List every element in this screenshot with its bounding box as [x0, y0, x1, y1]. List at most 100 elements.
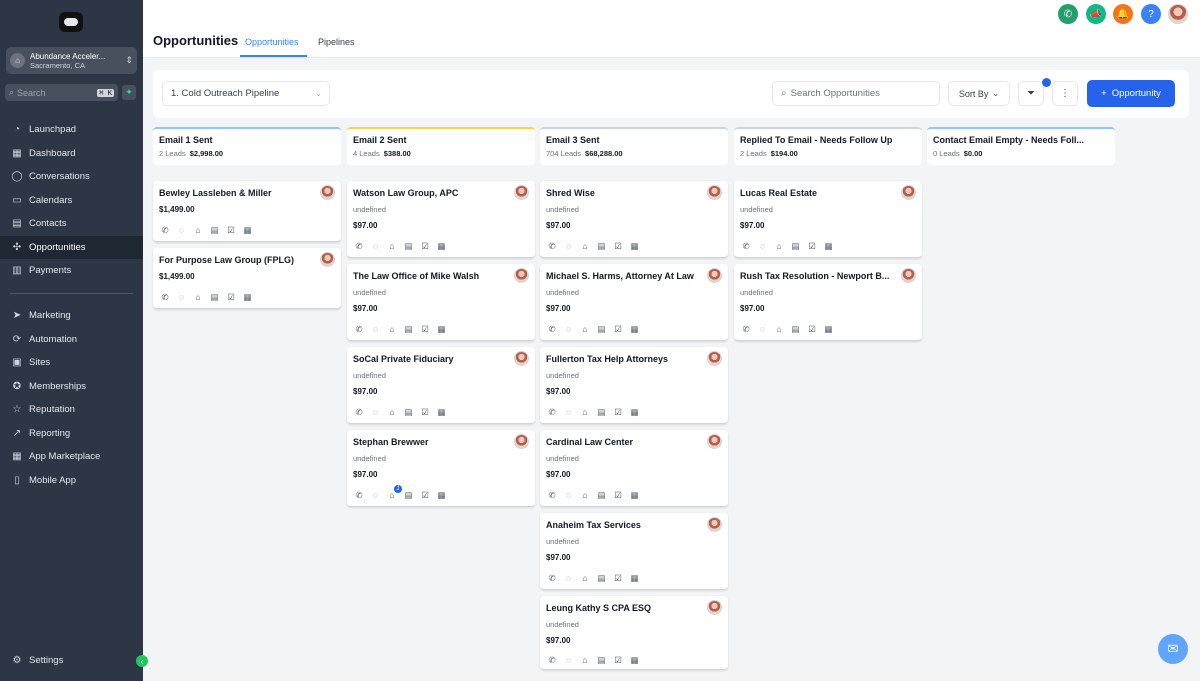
calendar-icon[interactable]: ▦ — [629, 240, 641, 252]
message-icon[interactable]: ◌ — [563, 489, 575, 501]
sidebar-item-opportunities[interactable]: ✣ Opportunities — [0, 236, 143, 259]
tag-icon[interactable]: ⌂ — [386, 406, 398, 418]
message-icon[interactable]: ◌ — [757, 240, 769, 252]
calendar-icon[interactable]: ▦ — [436, 240, 448, 252]
phone-icon[interactable]: ✆ — [353, 489, 365, 501]
assignee-avatar[interactable] — [514, 434, 529, 449]
tag-icon[interactable]: ⌂ — [192, 224, 204, 236]
bell-icon[interactable]: 🔔 — [1113, 4, 1133, 24]
task-icon[interactable]: ☑ — [225, 224, 237, 236]
sidebar-item-payments[interactable]: ▥ Payments — [0, 259, 143, 282]
megaphone-icon[interactable]: 📣 — [1086, 4, 1106, 24]
assignee-avatar[interactable] — [707, 517, 722, 532]
chat-widget-icon[interactable]: ✉ — [1158, 634, 1188, 664]
task-icon[interactable]: ☑ — [806, 323, 818, 335]
message-icon[interactable]: ◌ — [370, 406, 382, 418]
phone-icon[interactable]: ✆ — [546, 406, 558, 418]
calendar-icon[interactable]: ▦ — [436, 406, 448, 418]
phone-icon[interactable]: ✆ — [159, 291, 171, 303]
sidebar-item-marketing[interactable]: ➤ Marketing — [0, 304, 143, 327]
phone-icon[interactable]: ✆ — [546, 323, 558, 335]
message-icon[interactable]: ◌ — [563, 240, 575, 252]
phone-icon[interactable]: ✆ — [546, 654, 558, 666]
phone-icon[interactable]: ✆ — [353, 240, 365, 252]
tab-pipelines[interactable]: Pipelines — [318, 37, 355, 47]
task-icon[interactable]: ☑ — [419, 489, 431, 501]
opportunity-search-input[interactable]: ⌕ Search Opportunities — [772, 81, 940, 106]
task-icon[interactable]: ☑ — [419, 323, 431, 335]
document-icon[interactable]: ▤ — [403, 489, 415, 501]
assignee-avatar[interactable] — [707, 268, 722, 283]
opportunity-card[interactable]: Stephan Brewwer undefined $97.00 ✆ ◌ ⌂ 1 ▤ ☑ ▦ — [347, 430, 535, 507]
task-icon[interactable]: ☑ — [806, 240, 818, 252]
calendar-icon[interactable]: ▦ — [242, 224, 254, 236]
phone-icon[interactable]: ✆ — [546, 572, 558, 584]
assignee-avatar[interactable] — [320, 185, 335, 200]
message-icon[interactable]: ◌ — [370, 489, 382, 501]
phone-icon[interactable]: ✆ — [353, 406, 365, 418]
assignee-avatar[interactable] — [514, 185, 529, 200]
phone-icon[interactable]: ✆ — [159, 224, 171, 236]
sidebar-item-launchpad[interactable]: ◔ Launchpad — [0, 118, 143, 141]
message-icon[interactable]: ◌ — [563, 654, 575, 666]
assignee-avatar[interactable] — [707, 434, 722, 449]
calendar-icon[interactable]: ▦ — [823, 323, 835, 335]
task-icon[interactable]: ☑ — [612, 572, 624, 584]
phone-call-icon[interactable]: ✆ — [1058, 4, 1078, 24]
calendar-icon[interactable]: ▦ — [629, 654, 641, 666]
opportunity-card[interactable]: SoCal Private Fiduciary undefined $97.00… — [347, 347, 535, 424]
phone-icon[interactable]: ✆ — [353, 323, 365, 335]
account-switcher[interactable]: ⌂ Abundance Acceler... Sacramento, CA ⇕ — [6, 47, 137, 74]
assignee-avatar[interactable] — [901, 268, 916, 283]
sort-by-button[interactable]: Sort By ⌄ — [948, 81, 1010, 106]
tag-icon[interactable]: ⌂ — [579, 572, 591, 584]
column-header[interactable]: Email 1 Sent 2 Leads $2,998.00 — [153, 127, 341, 165]
filter-button[interactable]: ⏷ — [1018, 81, 1044, 106]
opportunity-card[interactable]: For Purpose Law Group (FPLG) $1,499.00 ✆… — [153, 248, 341, 309]
task-icon[interactable]: ☑ — [612, 323, 624, 335]
sidebar-item-reporting[interactable]: ↗ Reporting — [0, 422, 143, 445]
message-icon[interactable]: ◌ — [370, 240, 382, 252]
calendar-icon[interactable]: ▦ — [242, 291, 254, 303]
help-icon[interactable]: ? — [1141, 4, 1161, 24]
user-avatar[interactable] — [1168, 4, 1188, 24]
assignee-avatar[interactable] — [707, 185, 722, 200]
document-icon[interactable]: ▤ — [790, 240, 802, 252]
sidebar-item-reputation[interactable]: ☆ Reputation — [0, 398, 143, 421]
tag-icon[interactable]: ⌂ — [773, 240, 785, 252]
collapse-sidebar-icon[interactable]: ‹ — [136, 655, 148, 667]
document-icon[interactable]: ▤ — [596, 489, 608, 501]
opportunity-card[interactable]: Lucas Real Estate undefined $97.00 ✆ ◌ ⌂ ▤ ☑… — [734, 181, 922, 258]
phone-icon[interactable]: ✆ — [546, 240, 558, 252]
document-icon[interactable]: ▤ — [596, 406, 608, 418]
document-icon[interactable]: ▤ — [403, 323, 415, 335]
column-header[interactable]: Replied To Email - Needs Follow Up 2 Lea… — [734, 127, 922, 165]
message-icon[interactable]: ◌ — [176, 291, 188, 303]
sidebar-item-memberships[interactable]: ✪ Memberships — [0, 375, 143, 398]
tag-icon[interactable]: ⌂ — [579, 406, 591, 418]
assignee-avatar[interactable] — [901, 185, 916, 200]
task-icon[interactable]: ☑ — [612, 654, 624, 666]
calendar-icon[interactable]: ▦ — [823, 240, 835, 252]
opportunity-card[interactable]: Bewley Lassleben & Miller $1,499.00 ✆ ◌ ⌂ ▤… — [153, 181, 341, 242]
opportunity-card[interactable]: Shred Wise undefined $97.00 ✆ ◌ ⌂ ▤ ☑ ▦ — [540, 181, 728, 258]
pipeline-select[interactable]: 1. Cold Outreach Pipeline ⌄ — [162, 81, 330, 106]
calendar-icon[interactable]: ▦ — [629, 406, 641, 418]
tag-icon[interactable]: ⌂ — [579, 654, 591, 666]
calendar-icon[interactable]: ▦ — [629, 323, 641, 335]
opportunity-card[interactable]: Leung Kathy S CPA ESQ undefined $97.00 ✆… — [540, 596, 728, 670]
tag-icon[interactable]: ⌂ — [579, 489, 591, 501]
sidebar-item-mobile-app[interactable]: ▯ Mobile App — [0, 469, 143, 492]
sidebar-item-app-marketplace[interactable]: ▦ App Marketplace — [0, 445, 143, 468]
opportunity-card[interactable]: Michael S. Harms, Attorney At Law undefi… — [540, 264, 728, 341]
message-icon[interactable]: ◌ — [176, 224, 188, 236]
tag-icon[interactable]: ⌂ 1 — [386, 485, 402, 501]
phone-icon[interactable]: ✆ — [546, 489, 558, 501]
assignee-avatar[interactable] — [320, 252, 335, 267]
sidebar-item-settings[interactable]: ⚙ Settings — [0, 649, 143, 672]
opportunity-card[interactable]: The Law Office of Mike Walsh undefined $… — [347, 264, 535, 341]
message-icon[interactable]: ◌ — [563, 323, 575, 335]
calendar-icon[interactable]: ▦ — [629, 572, 641, 584]
column-header[interactable]: Email 3 Sent 704 Leads $68,288.00 — [540, 127, 728, 165]
sidebar-search[interactable]: ⌕ Search ⌘ K — [5, 84, 118, 101]
